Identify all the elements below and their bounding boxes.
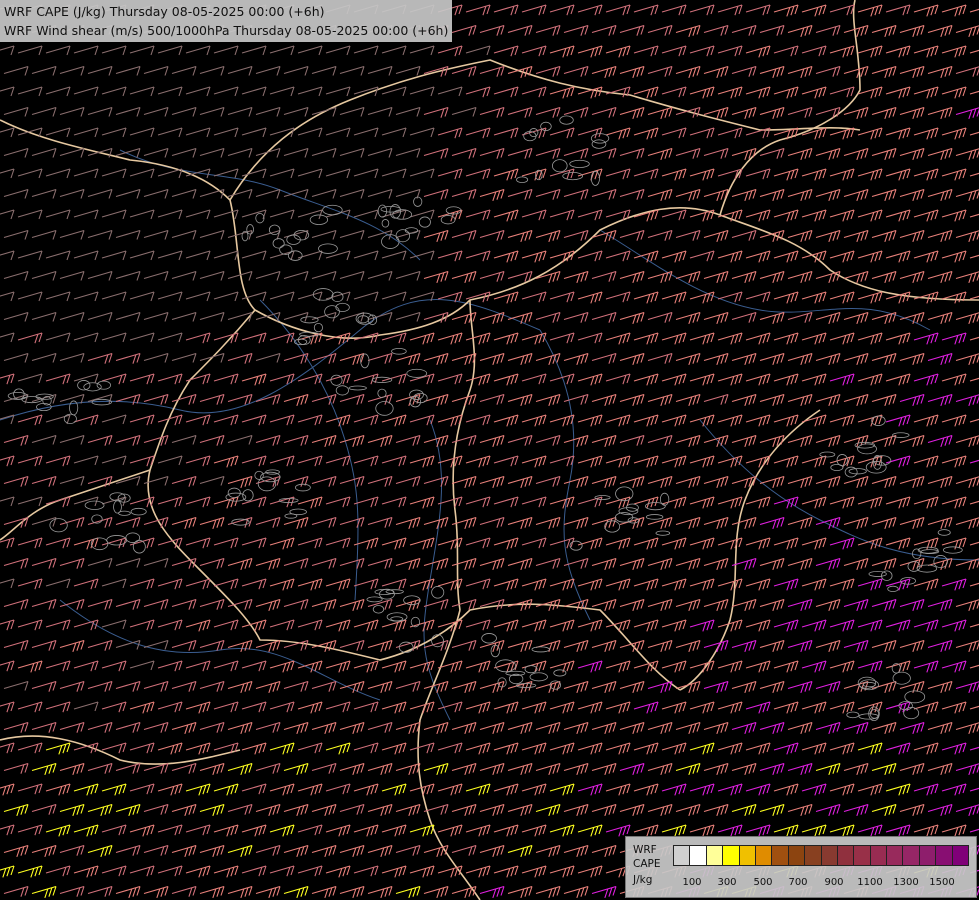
legend-label-variable: CAPE: [633, 858, 661, 870]
legend-swatch: [754, 845, 773, 866]
legend-swatch: [918, 845, 937, 866]
weather-map: [0, 0, 979, 900]
legend-tick: 300: [717, 877, 737, 888]
legend-color-scale: [673, 845, 970, 866]
legend-tick: 900: [824, 877, 844, 888]
cape-title: WRF CAPE (J/kg) Thursday 08-05-2025 00:0…: [4, 4, 325, 19]
map-title-box: WRF CAPE (J/kg) Thursday 08-05-2025 00:0…: [0, 0, 453, 42]
legend-swatch: [771, 845, 789, 866]
legend-swatch: [673, 845, 691, 866]
legend-swatch: [738, 845, 756, 866]
map-background: [0, 0, 979, 900]
legend-tick: 1300: [893, 877, 919, 888]
legend-tick: 100: [682, 877, 702, 888]
legend-tick: 1500: [929, 877, 955, 888]
legend-tick: 1100: [857, 877, 883, 888]
legend-swatch: [886, 845, 904, 866]
legend-label-model: WRF: [633, 844, 657, 856]
legend-tick: 700: [788, 877, 808, 888]
legend-swatch: [902, 845, 920, 866]
legend-swatch: [705, 845, 724, 866]
legend-swatch: [853, 845, 871, 866]
legend-swatch: [820, 845, 838, 866]
legend-swatch: [787, 845, 806, 866]
legend-swatch: [935, 845, 953, 866]
legend-swatch: [836, 845, 855, 866]
wind-shear-title: WRF Wind shear (m/s) 500/1000hPa Thursda…: [4, 23, 449, 38]
legend-swatch: [869, 845, 888, 866]
cape-legend: WRF CAPE J/kg 100 300 500 700 900 1100 1…: [625, 836, 977, 898]
legend-swatch: [722, 845, 740, 866]
legend-tick: 500: [753, 877, 773, 888]
legend-label-unit: J/kg: [633, 874, 653, 886]
legend-swatch: [951, 845, 970, 866]
legend-swatch: [804, 845, 822, 866]
legend-swatch: [689, 845, 707, 866]
